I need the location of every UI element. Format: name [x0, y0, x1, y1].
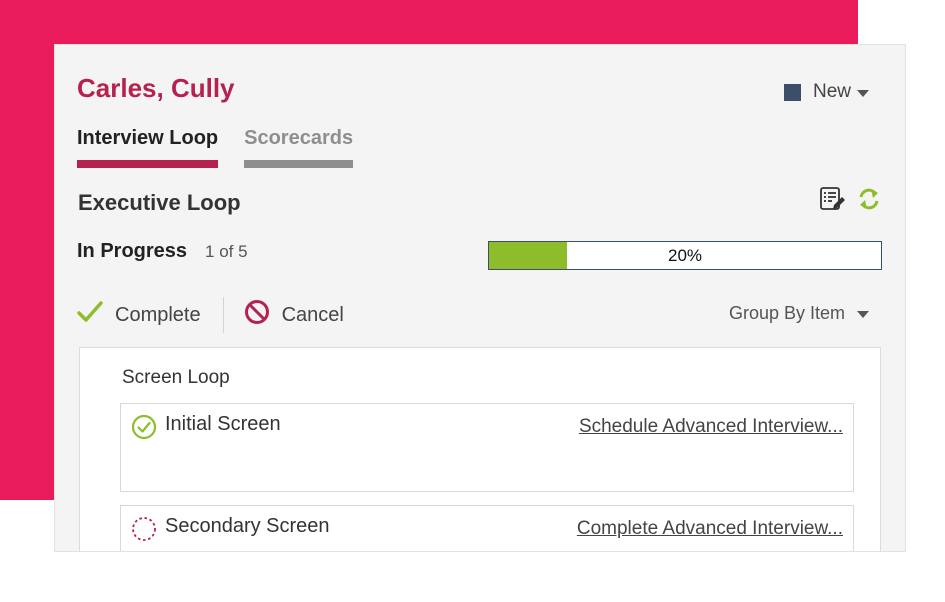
status-dropdown[interactable]: New: [783, 81, 869, 103]
cancel-button[interactable]: Cancel: [244, 299, 344, 331]
progress-count: 1 of 5: [205, 242, 248, 261]
candidate-name: Carles, Cully: [77, 73, 235, 103]
complete-button[interactable]: Complete: [77, 300, 201, 330]
section-title: Screen Loop: [122, 367, 230, 388]
tab-active-indicator: [77, 160, 219, 168]
prohibited-icon: [244, 299, 270, 331]
tab-interview-loop[interactable]: Interview Loop: [77, 127, 219, 168]
loop-title: Executive Loop: [78, 190, 241, 215]
caret-down-icon: [857, 89, 869, 97]
action-divider: [222, 297, 224, 333]
loop-toolbar: [819, 186, 881, 217]
cancel-label: Cancel: [281, 303, 344, 326]
complete-label: Complete: [115, 303, 201, 326]
progress-status-label: In Progress: [77, 240, 188, 262]
action-row: Complete Cancel: [77, 297, 344, 333]
loop-item[interactable]: Secondary Screen Complete Advanced Inter…: [120, 505, 854, 551]
status-value: New: [812, 81, 851, 102]
schedule-interview-link[interactable]: Schedule Advanced Interview...: [579, 416, 843, 438]
checkmark-icon: [77, 300, 103, 330]
tab-bar: Interview Loop Scorecards: [77, 127, 379, 168]
refresh-icon[interactable]: [857, 186, 881, 217]
progress-percent: 20%: [667, 246, 703, 265]
loop-item[interactable]: Initial Screen Schedule Advanced Intervi…: [120, 403, 854, 492]
group-by-label: Group By Item: [728, 303, 845, 323]
caret-down-icon: [857, 311, 869, 318]
candidate-card: Carles, Cully New Interview Loop Scoreca…: [54, 44, 906, 552]
progress-status: In Progress 1 of 5: [77, 240, 248, 263]
tab-label: Scorecards: [244, 127, 354, 149]
loop-item-name: Secondary Screen: [165, 515, 330, 537]
status-color-swatch: [783, 83, 801, 101]
loop-item-name: Initial Screen: [165, 413, 281, 435]
tab-label: Interview Loop: [77, 127, 219, 149]
check-circle-icon: [131, 414, 157, 445]
notes-edit-icon[interactable]: [819, 186, 845, 217]
group-by-dropdown[interactable]: Group By Item: [729, 303, 869, 324]
tab-indicator: [244, 160, 354, 168]
progress-bar: 20%: [488, 241, 882, 270]
dashed-circle-icon: [131, 516, 157, 547]
loop-items-panel: Screen Loop Initial Screen Schedule Adva…: [79, 347, 881, 551]
complete-interview-link[interactable]: Complete Advanced Interview...: [577, 518, 843, 540]
tab-scorecards[interactable]: Scorecards: [244, 127, 354, 168]
